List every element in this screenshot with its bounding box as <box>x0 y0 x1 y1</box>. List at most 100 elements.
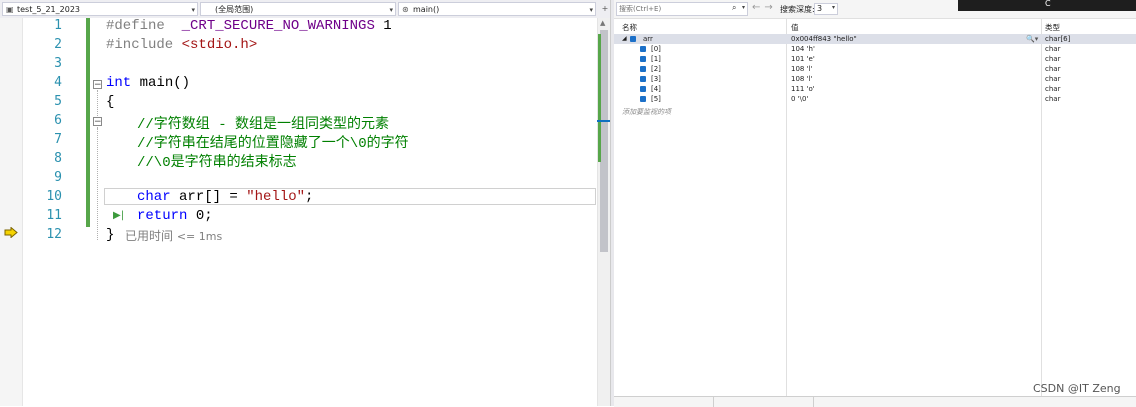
line-number: 2 <box>54 37 62 52</box>
chevron-down-icon: ▾ <box>389 6 393 14</box>
line-number: 6 <box>54 113 62 128</box>
add-watch-item[interactable]: 添加要监视的项 <box>622 107 671 117</box>
text-visualizer-icon[interactable]: 🔍▾ <box>1026 34 1038 44</box>
change-indicator <box>86 75 90 227</box>
corner-glyph: C <box>1045 0 1051 8</box>
watch-name: [2] <box>651 65 661 73</box>
watch-toolbar: 搜索(Ctrl+E) ⌕ ▾ ←→ 搜索深度: 3 ▾ C <box>614 0 1136 19</box>
editor-navigation-bar: ▣ test_5_21_2023 ▾ (全局范围) ▾ ⊛ main() ▾ + <box>0 0 612 19</box>
function-dropdown[interactable]: ⊛ main() ▾ <box>398 2 596 16</box>
watch-name: [3] <box>651 75 661 83</box>
function-icon: ⊛ <box>402 5 409 14</box>
watch-row-element[interactable]: [0] 104 'h' char <box>614 44 1136 54</box>
outline-guide <box>97 128 98 240</box>
code-line-10: char arr[] = "hello"; <box>137 189 314 205</box>
watch-row-element[interactable]: [3] 108 'l' char <box>614 74 1136 84</box>
watch-name: [1] <box>651 55 661 63</box>
code-line-6-comment: //字符数组 - 数组是一组同类型的元素 <box>137 117 390 133</box>
watch-name: [0] <box>651 45 661 53</box>
line-number: 5 <box>54 94 62 109</box>
watch-type: char <box>1045 45 1061 53</box>
code-line-7-comment: //字符串在结尾的位置隐藏了一个\0的字符 <box>137 136 409 152</box>
search-nav-arrows[interactable]: ←→ <box>752 2 777 13</box>
search-icon[interactable]: ⌕ <box>732 3 736 13</box>
variable-icon <box>630 36 636 42</box>
line-number: 4 <box>54 75 62 90</box>
watch-window: 搜索(Ctrl+E) ⌕ ▾ ←→ 搜索深度: 3 ▾ C 名称 值 类型 ◢ … <box>614 0 1136 407</box>
project-dropdown-value: test_5_21_2023 <box>17 5 80 14</box>
code-line-8-comment: //\0是字符串的结束标志 <box>137 155 297 171</box>
watch-name: arr <box>643 35 653 43</box>
watch-type: char <box>1045 85 1061 93</box>
watch-row-element[interactable]: [5] 0 '\0' char <box>614 94 1136 104</box>
watch-row-element[interactable]: [1] 101 'e' char <box>614 54 1136 64</box>
watch-value[interactable]: 101 'e' <box>791 54 815 64</box>
scrollbar-change-map <box>598 34 601 162</box>
variable-icon <box>640 96 646 102</box>
watch-value[interactable]: 108 'l' <box>791 64 812 74</box>
column-header-value[interactable]: 值 <box>791 22 799 33</box>
line-number: 7 <box>54 132 62 147</box>
variable-icon <box>640 86 646 92</box>
run-to-click-icon[interactable]: ▶| <box>113 210 124 221</box>
variable-icon <box>640 46 646 52</box>
collapse-toggle[interactable]: − <box>93 80 102 90</box>
watch-horizontal-scrollbar[interactable] <box>614 396 1136 407</box>
project-dropdown[interactable]: ▣ test_5_21_2023 ▾ <box>2 2 198 16</box>
code-line-11: return 0; <box>137 208 213 224</box>
chevron-down-icon[interactable]: ▾ <box>742 4 745 11</box>
instruction-pointer-arrow-icon <box>4 227 18 238</box>
scrollbar-thumb[interactable] <box>600 30 608 252</box>
watch-name: [5] <box>651 95 661 103</box>
perf-tip-label: 已用时间 <box>125 229 174 243</box>
scope-dropdown[interactable]: (全局范围) ▾ <box>200 2 396 16</box>
code-line-12: } <box>106 227 115 243</box>
line-number: 9 <box>54 170 62 185</box>
watch-value[interactable]: 0 '\0' <box>791 94 808 104</box>
watch-row-arr[interactable]: ◢ arr 0x004ff843 "hello" 🔍▾ char[6] <box>614 34 1136 44</box>
title-overlay: C <box>958 0 1136 11</box>
chevron-down-icon: ▾ <box>191 6 195 14</box>
watch-type: char <box>1045 55 1061 63</box>
watch-value[interactable]: 104 'h' <box>791 44 815 54</box>
code-line-1: #define _CRT_SECURE_NO_WARNINGS 1 <box>106 18 392 34</box>
column-header-type[interactable]: 类型 <box>1045 22 1060 33</box>
watch-type: char[6] <box>1045 35 1071 43</box>
watch-type: char <box>1045 95 1061 103</box>
code-line-2: #include <stdio.h> <box>106 37 258 53</box>
code-line-5: { <box>106 94 115 110</box>
line-number: 8 <box>54 151 62 166</box>
split-editor-button[interactable]: + <box>600 2 610 16</box>
watch-name: [4] <box>651 85 661 93</box>
variable-icon <box>640 56 646 62</box>
perf-tip-value: <= 1ms <box>176 230 223 243</box>
change-indicator <box>86 18 90 75</box>
line-number: 1 <box>54 18 62 33</box>
watch-column-headers: 名称 值 类型 <box>614 20 1136 33</box>
chevron-down-icon[interactable]: ▾ <box>832 4 835 11</box>
line-number: 11 <box>46 208 62 223</box>
editor-vertical-scrollbar[interactable]: ▲ <box>597 18 610 406</box>
variable-icon <box>640 66 646 72</box>
scroll-up-icon[interactable]: ▲ <box>600 19 605 27</box>
code-editor[interactable]: 1 2 3 4 5 6 7 8 9 10 11 12 − − #define _… <box>0 18 612 406</box>
watermark: CSDN @IT Zeng <box>1033 382 1121 395</box>
column-header-name[interactable]: 名称 <box>622 22 637 33</box>
chevron-down-icon: ▾ <box>589 6 593 14</box>
variable-icon <box>640 76 646 82</box>
watch-value[interactable]: 108 'l' <box>791 74 812 84</box>
project-icon: ▣ <box>6 5 14 14</box>
watch-row-element[interactable]: [2] 108 'l' char <box>614 64 1136 74</box>
watch-type: char <box>1045 75 1061 83</box>
breakpoint-margin[interactable] <box>0 18 23 406</box>
watch-search-input[interactable]: 搜索(Ctrl+E) <box>616 2 748 16</box>
line-number: 12 <box>46 227 62 242</box>
line-number: 3 <box>54 56 62 71</box>
watch-row-element[interactable]: [4] 111 'o' char <box>614 84 1136 94</box>
collapse-arrow-icon[interactable]: ◢ <box>622 34 627 44</box>
function-dropdown-value: main() <box>413 5 440 14</box>
watch-value[interactable]: 0x004ff843 "hello" <box>791 34 857 44</box>
code-line-4: int main() <box>106 75 191 91</box>
collapse-toggle[interactable]: − <box>93 117 102 127</box>
watch-value[interactable]: 111 'o' <box>791 84 815 94</box>
